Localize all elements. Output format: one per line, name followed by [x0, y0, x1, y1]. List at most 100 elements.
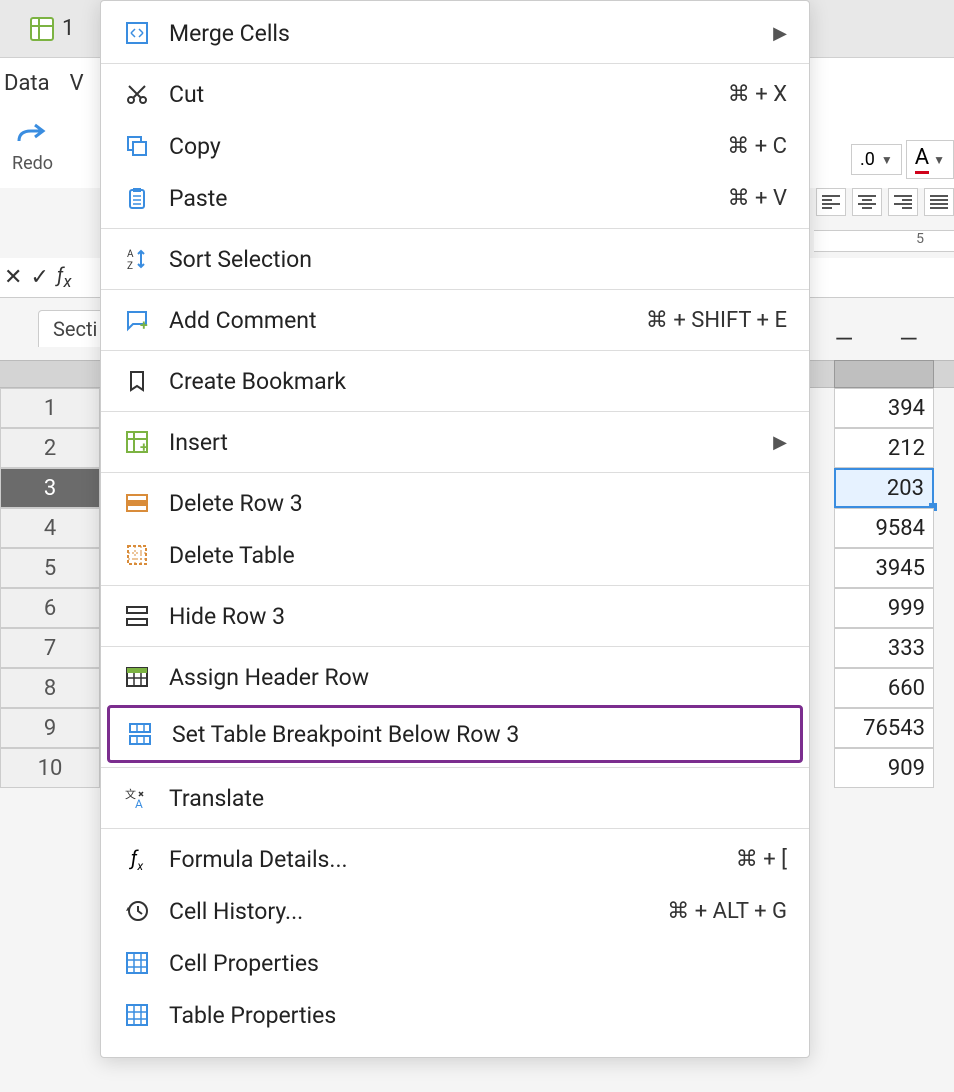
- decimal-format-button[interactable]: .0 ▼: [851, 144, 902, 175]
- context-menu: Merge Cells ▶ Cut ⌘ + X Copy ⌘ + C Paste…: [100, 0, 810, 1058]
- menu-translate[interactable]: 文A Translate: [101, 772, 809, 824]
- menu-merge-cells[interactable]: Merge Cells ▶: [101, 7, 809, 59]
- menu-divider: [101, 228, 809, 229]
- table-properties-icon: [123, 1001, 151, 1029]
- menu-divider: [101, 63, 809, 64]
- cell[interactable]: 203: [834, 468, 934, 508]
- menu-divider: [101, 767, 809, 768]
- row-header[interactable]: 4: [0, 508, 100, 548]
- menu-label: Delete Table: [169, 542, 787, 569]
- menu-assign-header-row[interactable]: Assign Header Row: [101, 651, 809, 703]
- menu-divider: [101, 350, 809, 351]
- menu-highlighted-item: Set Table Breakpoint Below Row 3: [107, 705, 803, 763]
- delete-row-icon: [123, 489, 151, 517]
- cut-icon: [123, 80, 151, 108]
- copy-icon: [123, 132, 151, 160]
- column-header[interactable]: [834, 360, 934, 388]
- cell[interactable]: 999: [834, 588, 934, 628]
- row-header[interactable]: 8: [0, 668, 100, 708]
- row-header[interactable]: 6: [0, 588, 100, 628]
- redo-icon: [15, 123, 51, 149]
- cell[interactable]: 76543: [834, 708, 934, 748]
- align-center-button[interactable]: [852, 188, 882, 216]
- fx-icon[interactable]: ƒx: [57, 263, 72, 292]
- menu-paste[interactable]: Paste ⌘ + V: [101, 172, 809, 224]
- font-color-letter: A: [915, 145, 929, 174]
- menu-insert[interactable]: + Insert ▶: [101, 416, 809, 468]
- row-header[interactable]: 9: [0, 708, 100, 748]
- row-header[interactable]: 7: [0, 628, 100, 668]
- bookmark-icon: [123, 367, 151, 395]
- menu-label: Hide Row 3: [169, 603, 787, 630]
- translate-icon: 文A: [123, 784, 151, 812]
- menu-hide-row[interactable]: Hide Row 3: [101, 590, 809, 642]
- menu-label: Insert: [169, 429, 755, 456]
- menu-label: Table Properties: [169, 1002, 787, 1029]
- menu-divider: [101, 828, 809, 829]
- menu-divider: [101, 585, 809, 586]
- sheet-tab-label[interactable]: 1: [62, 16, 74, 41]
- header-row-icon: [123, 663, 151, 691]
- menu-data[interactable]: Data: [4, 71, 50, 96]
- row-header[interactable]: 2: [0, 428, 100, 468]
- cell[interactable]: 212: [834, 428, 934, 468]
- menu-label: Copy: [169, 133, 709, 160]
- menu-view-partial[interactable]: V: [70, 71, 84, 96]
- menu-label: Add Comment: [169, 307, 628, 334]
- svg-text:+: +: [140, 440, 148, 454]
- redo-button[interactable]: Redo: [12, 123, 53, 174]
- menu-label: Create Bookmark: [169, 368, 787, 395]
- chevron-right-icon: ▶: [773, 432, 787, 453]
- row-header[interactable]: 10: [0, 748, 100, 788]
- menu-divider: [101, 411, 809, 412]
- menu-sort-selection[interactable]: AZ Sort Selection: [101, 233, 809, 285]
- menu-label: Delete Row 3: [169, 490, 787, 517]
- cell[interactable]: 3945: [834, 548, 934, 588]
- menu-copy[interactable]: Copy ⌘ + C: [101, 120, 809, 172]
- menu-label: Set Table Breakpoint Below Row 3: [172, 721, 784, 748]
- svg-text:Z: Z: [127, 261, 133, 271]
- menu-label: Cell Properties: [169, 950, 787, 977]
- menu-cell-history[interactable]: Cell History... ⌘ + ALT + G: [101, 885, 809, 937]
- cell[interactable]: 333: [834, 628, 934, 668]
- menu-shortcut: ⌘ + [: [736, 847, 787, 872]
- align-left-button[interactable]: [816, 188, 846, 216]
- menu-divider: [101, 289, 809, 290]
- delete-table-icon: [123, 541, 151, 569]
- insert-icon: +: [123, 428, 151, 456]
- row-header[interactable]: 3: [0, 468, 100, 508]
- svg-text:A: A: [135, 797, 143, 810]
- menu-create-bookmark[interactable]: Create Bookmark: [101, 355, 809, 407]
- menu-shortcut: ⌘ + SHIFT + E: [646, 308, 787, 333]
- menu-cut[interactable]: Cut ⌘ + X: [101, 68, 809, 120]
- font-color-button[interactable]: A ▼: [906, 140, 954, 179]
- accept-icon[interactable]: ✓: [30, 265, 48, 290]
- menu-label: Sort Selection: [169, 246, 787, 273]
- svg-text:+: +: [140, 318, 148, 332]
- menu-cell-properties[interactable]: Cell Properties: [101, 937, 809, 989]
- cell[interactable]: 660: [834, 668, 934, 708]
- decimal-value: .0: [860, 149, 875, 170]
- menu-table-properties[interactable]: Table Properties: [101, 989, 809, 1041]
- comment-icon: +: [123, 306, 151, 334]
- align-justify-button[interactable]: [924, 188, 954, 216]
- dropdown-arrow-icon: ▼: [881, 153, 893, 167]
- menu-delete-row[interactable]: Delete Row 3: [101, 477, 809, 529]
- menu-delete-table[interactable]: Delete Table: [101, 529, 809, 581]
- cell[interactable]: 909: [834, 748, 934, 788]
- svg-text:A: A: [127, 249, 134, 260]
- formula-icon: ƒx: [123, 845, 151, 873]
- menu-shortcut: ⌘ + C: [727, 134, 787, 159]
- align-right-button[interactable]: [888, 188, 918, 216]
- cell[interactable]: 394: [834, 388, 934, 428]
- cell[interactable]: 9584: [834, 508, 934, 548]
- menu-divider: [101, 646, 809, 647]
- row-header[interactable]: 1: [0, 388, 100, 428]
- ruler: 5: [814, 230, 954, 252]
- cancel-icon[interactable]: ✕: [4, 265, 22, 290]
- menu-set-table-breakpoint[interactable]: Set Table Breakpoint Below Row 3: [110, 708, 800, 760]
- chevron-right-icon: ▶: [773, 23, 787, 44]
- menu-add-comment[interactable]: + Add Comment ⌘ + SHIFT + E: [101, 294, 809, 346]
- row-header[interactable]: 5: [0, 548, 100, 588]
- menu-formula-details[interactable]: ƒx Formula Details... ⌘ + [: [101, 833, 809, 885]
